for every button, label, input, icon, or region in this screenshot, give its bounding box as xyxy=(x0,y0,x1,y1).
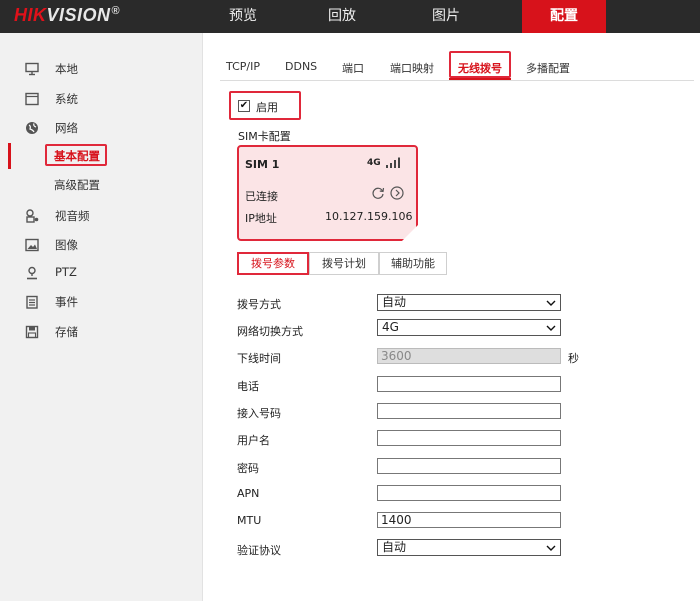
nav-tab-playback[interactable]: 回放 xyxy=(314,0,370,33)
tab-auxiliary[interactable]: 辅助功能 xyxy=(379,252,447,275)
phone-label: 电话 xyxy=(237,380,259,393)
tab-dial-plan[interactable]: 拨号计划 xyxy=(309,252,379,275)
main-content: TCP/IP DDNS 端口 端口映射 无线拨号 多播配置 ✔ 启用 SIM卡配… xyxy=(204,33,700,601)
tab-port-mapping[interactable]: 端口映射 xyxy=(390,60,434,76)
storage-icon xyxy=(25,325,39,339)
sidebar-item-label: 高级配置 xyxy=(54,178,100,192)
username-label: 用户名 xyxy=(237,434,270,447)
sidebar-item-label: 本地 xyxy=(55,62,78,76)
nav-tab-configuration[interactable]: 配置 xyxy=(522,0,606,33)
sidebar-item-audio-video[interactable]: 视音频 xyxy=(0,203,203,229)
active-indicator xyxy=(8,143,11,169)
nav-tab-preview[interactable]: 预览 xyxy=(215,0,271,33)
sidebar-item-label: 网络 xyxy=(55,121,78,135)
apn-input[interactable] xyxy=(377,485,561,501)
sim-card-panel[interactable]: SIM 1 4G 已连接 IP地址 10.127.159.106 xyxy=(237,145,418,241)
sidebar-item-storage[interactable]: 存储 xyxy=(0,319,203,345)
chevron-down-icon xyxy=(546,300,556,306)
sidebar-item-label: 基本配置 xyxy=(54,149,100,163)
sidebar-item-label: 系统 xyxy=(55,92,78,106)
tab-port[interactable]: 端口 xyxy=(342,60,364,76)
username-input[interactable] xyxy=(377,430,561,446)
offline-time-unit: 秒 xyxy=(568,352,579,365)
auth-protocol-select[interactable]: 自动 xyxy=(377,539,561,556)
ip-label: IP地址 xyxy=(245,212,277,225)
tab-divider xyxy=(220,80,694,81)
tab-tcpip[interactable]: TCP/IP xyxy=(226,60,260,73)
net-switch-select[interactable]: 4G xyxy=(377,319,561,336)
sidebar-item-label: 存储 xyxy=(55,325,78,339)
offline-time-input[interactable]: 3600 xyxy=(377,348,561,364)
chevron-down-icon xyxy=(546,325,556,331)
system-icon xyxy=(25,92,39,106)
tab-multicast[interactable]: 多播配置 xyxy=(526,60,570,76)
sidebar: 本地 系统 网络 基本配置 高级配置 视音频 图像 PTZ 事件 存储 xyxy=(0,33,203,601)
password-input[interactable] xyxy=(377,458,561,474)
dial-mode-select[interactable]: 自动 xyxy=(377,294,561,311)
arrow-circle-icon[interactable] xyxy=(390,186,404,200)
signal-icon xyxy=(386,157,400,168)
sidebar-item-basic-config[interactable]: 基本配置 xyxy=(0,143,203,169)
tab-dial-params[interactable]: 拨号参数 xyxy=(237,252,309,275)
top-bar: HIKVISION® 预览 回放 图片 配置 xyxy=(0,0,700,33)
apn-label: APN xyxy=(237,487,260,500)
audio-video-icon xyxy=(26,209,39,223)
sidebar-item-local[interactable]: 本地 xyxy=(0,56,203,82)
sidebar-item-label: 图像 xyxy=(55,238,78,252)
offline-time-label: 下线时间 xyxy=(237,352,281,365)
ptz-icon xyxy=(27,266,37,280)
dial-mode-value: 自动 xyxy=(382,295,407,309)
password-label: 密码 xyxy=(237,462,259,475)
tab-ddns[interactable]: DDNS xyxy=(285,60,317,73)
sidebar-item-event[interactable]: 事件 xyxy=(0,289,203,315)
nav-tab-picture[interactable]: 图片 xyxy=(418,0,474,33)
image-icon xyxy=(25,238,39,252)
auth-protocol-value: 自动 xyxy=(382,540,407,554)
sidebar-item-system[interactable]: 系统 xyxy=(0,86,203,112)
sidebar-item-ptz[interactable]: PTZ xyxy=(0,260,203,286)
tab-wireless-dial[interactable]: 无线拨号 xyxy=(458,60,502,76)
sidebar-item-image[interactable]: 图像 xyxy=(0,232,203,258)
sidebar-item-label: 视音频 xyxy=(55,209,90,223)
phone-input[interactable] xyxy=(377,376,561,392)
mtu-label: MTU xyxy=(237,514,262,527)
ip-value: 10.127.159.106 xyxy=(325,210,413,223)
hikvision-logo: HIKVISION® xyxy=(14,5,121,25)
monitor-icon xyxy=(25,62,39,76)
sidebar-item-network[interactable]: 网络 xyxy=(0,115,203,141)
net-switch-value: 4G xyxy=(382,320,399,334)
sim-card-corner xyxy=(402,225,418,241)
chevron-down-icon xyxy=(546,545,556,551)
access-number-label: 接入号码 xyxy=(237,407,281,420)
event-icon xyxy=(26,295,38,309)
sidebar-item-label: PTZ xyxy=(55,265,77,279)
net-switch-label: 网络切换方式 xyxy=(237,325,303,338)
access-number-input[interactable] xyxy=(377,403,561,419)
sidebar-item-label: 事件 xyxy=(55,295,78,309)
sim-title: SIM 1 xyxy=(245,158,280,171)
globe-icon xyxy=(26,122,38,134)
sim-section-label: SIM卡配置 xyxy=(238,130,291,143)
refresh-icon[interactable] xyxy=(371,186,385,200)
connection-status: 已连接 xyxy=(245,190,278,203)
sidebar-item-advanced-config[interactable]: 高级配置 xyxy=(0,172,203,198)
enable-checkbox[interactable]: ✔ xyxy=(238,100,250,112)
mtu-input[interactable]: 1400 xyxy=(377,512,561,528)
dial-mode-label: 拨号方式 xyxy=(237,298,281,311)
auth-protocol-label: 验证协议 xyxy=(237,544,281,557)
network-type: 4G xyxy=(367,158,381,168)
enable-label: 启用 xyxy=(256,101,278,114)
